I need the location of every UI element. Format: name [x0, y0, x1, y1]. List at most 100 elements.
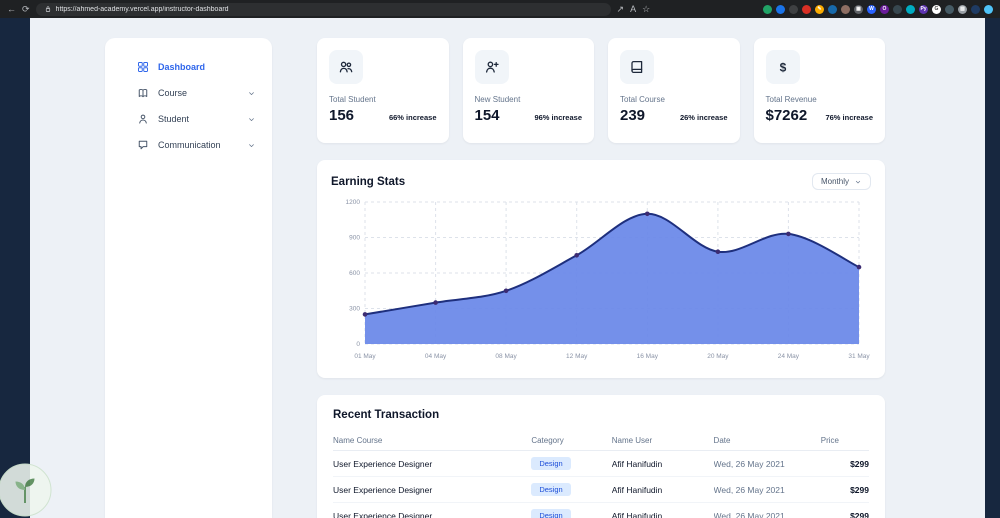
person-plus-icon — [485, 61, 499, 73]
svg-text:08 May: 08 May — [495, 353, 517, 360]
stat-icon-box — [474, 50, 509, 84]
column-header: Price — [820, 431, 869, 451]
address-bar[interactable]: https://ahmed-academy.vercel.app/instruc… — [35, 2, 611, 16]
chevron-down-icon — [855, 180, 861, 183]
extension-icon[interactable] — [841, 4, 850, 14]
sidebar: Dashboard Course Student Communication — [105, 38, 272, 518]
transactions-card: Recent Transaction Name Course Category Na… — [317, 395, 885, 518]
extension-icon[interactable]: ▦ — [854, 4, 863, 14]
stats-row: Total Student 156 66% increase New Student 1… — [317, 38, 885, 143]
period-select[interactable]: Monthly — [811, 173, 871, 190]
chevron-down-icon — [247, 141, 256, 150]
profile-avatar[interactable] — [971, 4, 980, 14]
stat-change: 26% increase — [679, 113, 728, 122]
share-icon[interactable]: ↗ — [617, 4, 625, 14]
course-name: User Experience Designer — [333, 502, 532, 518]
extension-icon[interactable]: ▧ — [958, 4, 967, 14]
column-header: Name User — [611, 431, 714, 451]
extension-icon[interactable]: G — [932, 4, 941, 14]
category-badge: Design — [531, 509, 571, 518]
extension-icon[interactable] — [906, 4, 915, 14]
chevron-down-icon — [247, 115, 256, 124]
extensions-row: ✎ ▦ W O Py G ▧ — [763, 4, 993, 14]
academy-logo-icon — [0, 463, 52, 517]
category-cell: Design — [531, 476, 612, 503]
chevron-down-icon — [247, 89, 256, 98]
extension-icon[interactable] — [828, 4, 837, 14]
user-name: Afif Hanifudin — [611, 476, 714, 503]
extension-icon[interactable]: Py — [919, 4, 928, 14]
chevron-down-icon — [249, 91, 254, 95]
extension-icon[interactable]: ✎ — [815, 4, 824, 14]
stat-value: 154 — [474, 107, 500, 124]
reload-icon[interactable]: ⟳ — [22, 4, 30, 14]
transactions-title: Recent Transaction — [333, 409, 440, 421]
read-aloud-icon[interactable]: A — [630, 4, 636, 14]
sidebar-item-label: Dashboard — [158, 62, 206, 72]
stat-change: 96% increase — [534, 113, 582, 122]
sidebar-item-label: Communication — [158, 140, 221, 150]
svg-text:0: 0 — [356, 341, 360, 348]
earning-stats-title: Earning Stats — [331, 175, 406, 188]
stat-change: 76% increase — [825, 113, 873, 122]
category-cell: Design — [531, 450, 612, 477]
transaction-row[interactable]: User Experience Designer Design Afif Hanif… — [333, 450, 869, 477]
extension-icon[interactable] — [945, 4, 954, 14]
extension-icon[interactable] — [776, 4, 785, 14]
column-header: Name Course — [333, 431, 532, 451]
browser-chrome: ← ⟳ https://ahmed-academy.vercel.app/ins… — [0, 0, 1000, 18]
extension-icon[interactable]: W — [867, 4, 876, 14]
stat-change: 66% increase — [388, 113, 437, 122]
chevron-down-icon — [249, 143, 254, 147]
copilot-icon[interactable] — [984, 4, 993, 14]
extension-icon[interactable] — [893, 4, 902, 14]
course-name: User Experience Designer — [333, 476, 532, 503]
transaction-row[interactable]: User Experience Designer Design Afif Hanif… — [333, 502, 869, 518]
stat-card-total-student: Total Student 156 66% increase — [317, 38, 449, 143]
stat-value: $7262 — [765, 107, 808, 124]
sidebar-item-dashboard[interactable]: Dashboard — [105, 54, 272, 80]
svg-text:300: 300 — [349, 306, 360, 313]
svg-text:16 May: 16 May — [637, 353, 659, 360]
column-header: Category — [531, 431, 612, 451]
favorites-icon[interactable]: ☆ — [642, 4, 650, 14]
dashboard-icon — [138, 62, 148, 72]
transaction-date: Wed, 26 May 2021 — [713, 450, 821, 477]
url-text: https://ahmed-academy.vercel.app/instruc… — [55, 5, 229, 13]
svg-text:31 May: 31 May — [848, 353, 870, 360]
sidebar-item-student[interactable]: Student — [105, 106, 272, 132]
transaction-row[interactable]: User Experience Designer Design Afif Hanif… — [333, 476, 869, 503]
earning-stats-header: Earning Stats Monthly — [331, 173, 871, 190]
earning-stats-card: Earning Stats Monthly 0 300 600 900 1200 01 M… — [317, 160, 885, 378]
stat-bottom: 154 96% increase — [475, 107, 583, 124]
stat-bottom: 239 26% increase — [620, 107, 728, 124]
sidebar-item-communication[interactable]: Communication — [105, 132, 272, 158]
extension-icon[interactable] — [763, 4, 772, 14]
extension-icon[interactable] — [789, 4, 798, 14]
stat-icon-box: $ — [765, 50, 800, 84]
lock-icon — [44, 5, 52, 13]
svg-text:600: 600 — [349, 270, 360, 277]
course-icon — [138, 88, 148, 98]
transaction-price: $299 — [820, 502, 869, 518]
extension-icon[interactable] — [802, 4, 811, 14]
sidebar-item-label: Course — [158, 88, 188, 98]
lock-icon — [45, 6, 50, 12]
communication-icon — [138, 140, 148, 150]
instructor-dashboard: Dashboard Course Student Communication Tota… — [30, 18, 985, 518]
stat-card-total-revenue: $ Total Revenue $7262 76% increase — [753, 38, 885, 143]
people-icon — [339, 61, 353, 73]
svg-text:900: 900 — [349, 235, 360, 242]
sidebar-item-label: Student — [158, 114, 190, 124]
transactions-table: Name Course Category Name User Date Price Us… — [333, 431, 869, 518]
svg-text:20 May: 20 May — [707, 353, 729, 360]
svg-text:04 May: 04 May — [425, 353, 447, 360]
stat-value: 239 — [620, 107, 646, 124]
period-value: Monthly — [820, 177, 849, 186]
extension-icon[interactable]: O — [880, 4, 889, 14]
sidebar-item-course[interactable]: Course — [105, 80, 272, 106]
category-badge: Design — [531, 483, 571, 496]
back-icon[interactable]: ← — [7, 4, 16, 14]
svg-text:1200: 1200 — [346, 199, 361, 206]
category-badge: Design — [531, 457, 571, 470]
